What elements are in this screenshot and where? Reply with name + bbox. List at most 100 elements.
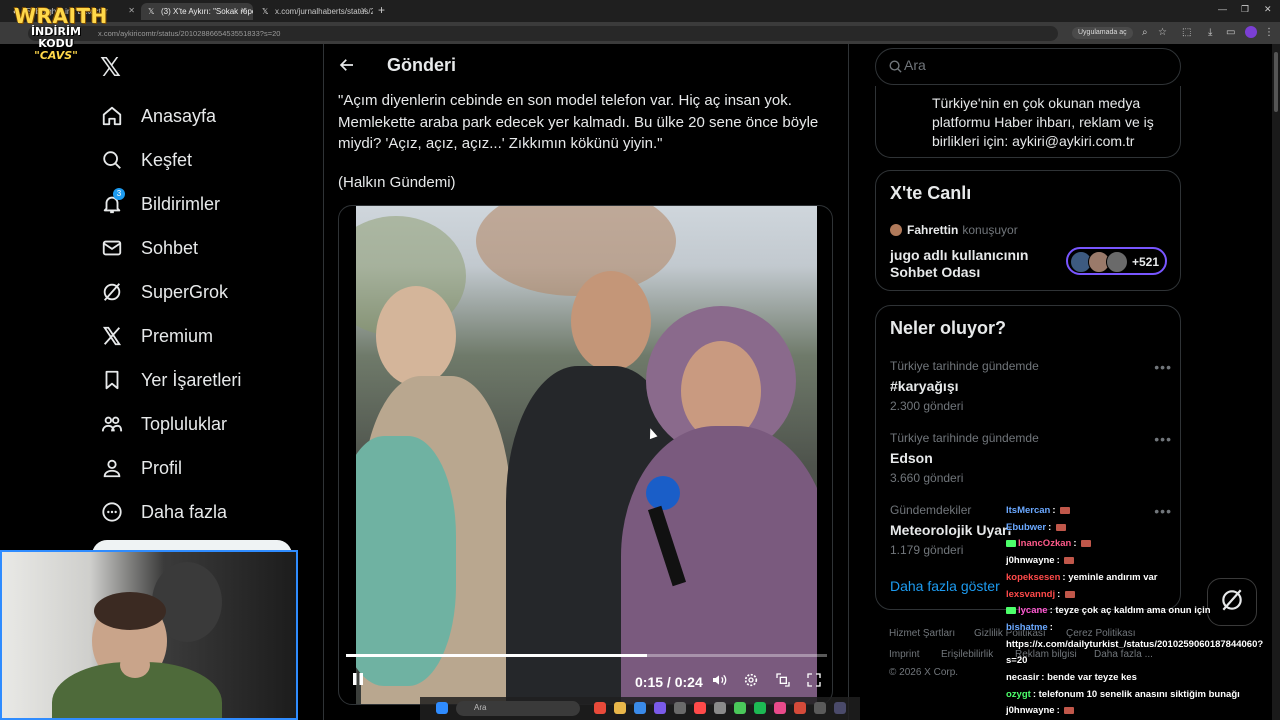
video-time-separator: / bbox=[666, 674, 675, 690]
footer-link[interactable]: Imprint bbox=[889, 649, 920, 660]
home-icon bbox=[100, 104, 124, 128]
nav-item-chat[interactable]: Sohbet bbox=[100, 233, 198, 263]
whatsapp-icon[interactable] bbox=[734, 702, 746, 714]
space-title[interactable]: jugo adlı kullanıcının Sohbet Odası bbox=[890, 247, 1060, 281]
download-icon[interactable]: ⤓ bbox=[1208, 27, 1212, 39]
settings-gear-icon[interactable] bbox=[743, 672, 759, 691]
maximize-icon[interactable]: ❐ bbox=[1241, 4, 1249, 15]
search-input[interactable] bbox=[904, 57, 1164, 73]
picture-in-picture-icon[interactable] bbox=[775, 672, 791, 691]
post-text: "Açım diyenlerin cebinde en son model te… bbox=[338, 92, 819, 152]
chat-message: bishatme: bbox=[1006, 621, 1053, 633]
video-microphone bbox=[646, 476, 680, 510]
nav-item-communities[interactable]: Topluluklar bbox=[100, 409, 227, 439]
url-field[interactable]: x.com/aykiricomtr/status/201028866545355… bbox=[28, 26, 1058, 41]
tab-close-icon[interactable]: ✕ bbox=[128, 6, 135, 15]
app-icon[interactable] bbox=[774, 702, 786, 714]
extensions-icon[interactable]: ⬚ bbox=[1182, 27, 1191, 39]
windows-start-icon[interactable] bbox=[436, 702, 448, 714]
open-in-app-button[interactable]: Uygulamada aç bbox=[1072, 27, 1133, 39]
nav-label: Profil bbox=[141, 457, 183, 478]
tab-title: (3) X'te Aykırı: "Sokak röpo bbox=[161, 7, 253, 16]
app-icon[interactable] bbox=[834, 702, 846, 714]
minimize-icon[interactable]: — bbox=[1218, 4, 1227, 14]
close-window-icon[interactable]: ✕ bbox=[1264, 4, 1272, 15]
address-bar-row: x.com/aykiricomtr/status/201028866545355… bbox=[0, 22, 1280, 44]
listener-count: +521 bbox=[1132, 255, 1160, 269]
video-player[interactable]: 0:15 / 0:24 bbox=[338, 205, 833, 705]
app-icon[interactable] bbox=[714, 702, 726, 714]
zoom-icon[interactable]: ⌕ bbox=[1142, 27, 1148, 39]
chat-username: lycane bbox=[1018, 605, 1048, 617]
bookmark-star-icon[interactable]: ☆ bbox=[1158, 27, 1167, 39]
nav-item-profile[interactable]: Profil bbox=[100, 453, 182, 483]
chat-username: kopeksesen bbox=[1006, 571, 1061, 583]
browser-tab-active[interactable]: 𝕏 (3) X'te Aykırı: "Sokak röpo ✕ bbox=[141, 3, 253, 20]
menu-kebab-icon[interactable]: ⋮ bbox=[1264, 27, 1274, 39]
edge-icon[interactable] bbox=[634, 702, 646, 714]
nav-item-notifications[interactable]: 3 Bildirimler bbox=[100, 188, 221, 219]
trend-item[interactable]: Türkiye tarihinde gündemde Edson 3.660 g… bbox=[890, 431, 1172, 485]
chat-username: lexsvanndj bbox=[1006, 588, 1056, 600]
trend-count: 2.300 gönderi bbox=[890, 399, 964, 413]
discord-icon[interactable] bbox=[654, 702, 666, 714]
live-card-title: X'te Canlı bbox=[890, 183, 972, 203]
chat-message: j0hnwayne: bbox=[1006, 703, 1276, 720]
back-arrow-icon[interactable] bbox=[338, 56, 356, 79]
browser-profile-avatar[interactable] bbox=[1245, 26, 1257, 38]
video-frame[interactable] bbox=[356, 206, 817, 704]
app-icon[interactable] bbox=[674, 702, 686, 714]
communities-icon bbox=[100, 412, 124, 436]
folder-icon[interactable] bbox=[614, 702, 626, 714]
video-person-head bbox=[571, 271, 651, 371]
browser-tab[interactable]: 𝕏 x.com/jurnalhaberts/status/20 ✕ bbox=[255, 3, 373, 20]
nav-item-more[interactable]: Daha fazla bbox=[100, 497, 227, 527]
chat-username: InancOzkan bbox=[1018, 538, 1072, 550]
profile-icon bbox=[100, 456, 124, 480]
x-logo-icon[interactable]: 𝕏 bbox=[100, 55, 121, 81]
pause-icon[interactable] bbox=[351, 672, 365, 689]
volume-icon[interactable] bbox=[711, 672, 727, 691]
footer-link[interactable]: Hizmet Şartları bbox=[889, 628, 955, 639]
tab-close-icon[interactable]: ✕ bbox=[360, 6, 367, 15]
nav-item-bookmarks[interactable]: Yer İşaretleri bbox=[100, 365, 241, 395]
nav-item-explore[interactable]: Keşfet bbox=[100, 145, 192, 175]
trend-item[interactable]: Türkiye tarihinde gündemde #karyağışı 2.… bbox=[890, 359, 1172, 413]
more-dots-icon[interactable]: ••• bbox=[1154, 359, 1172, 375]
chat-username: bishatme bbox=[1006, 621, 1048, 633]
tab-favicon-icon: 𝕏 bbox=[148, 7, 155, 16]
taskbar-search[interactable]: Ara bbox=[456, 701, 580, 716]
scrollbar-thumb[interactable] bbox=[1274, 52, 1278, 112]
nav-label: Sohbet bbox=[141, 237, 199, 258]
nav-item-home[interactable]: Anasayfa bbox=[100, 101, 216, 131]
show-more-link[interactable]: Daha fazla göster bbox=[890, 578, 1000, 594]
sponsor-logo-subtitle: İNDİRİM KODU bbox=[30, 25, 82, 50]
nav-item-premium[interactable]: Premium bbox=[100, 321, 213, 351]
more-dots-icon[interactable]: ••• bbox=[1154, 431, 1172, 447]
chrome-icon[interactable] bbox=[594, 702, 606, 714]
sponsor-logo-code: "CAVS" bbox=[34, 49, 78, 62]
nav-label: Anasayfa bbox=[141, 105, 217, 126]
bell-icon: 3 bbox=[100, 188, 125, 216]
footer-link[interactable]: Erişilebilirlik bbox=[941, 649, 993, 660]
sidepanel-icon[interactable]: ▭ bbox=[1226, 27, 1235, 39]
sponsor-logo-title: WRAITH bbox=[14, 4, 108, 28]
nav-label: Bildirimler bbox=[141, 193, 221, 214]
app-icon[interactable] bbox=[694, 702, 706, 714]
new-tab-icon[interactable]: + bbox=[378, 3, 385, 17]
page-title: Gönderi bbox=[387, 55, 457, 75]
live-spaces-card[interactable]: X'te Canlı Fahrettin konuşuyor jugo adlı… bbox=[875, 170, 1181, 291]
listeners-pill[interactable]: +521 bbox=[1066, 247, 1167, 275]
spotify-icon[interactable] bbox=[754, 702, 766, 714]
chat-message: ozygt: telefonum 10 senelik anasını sikt… bbox=[1006, 688, 1240, 700]
host-name: Fahrettin bbox=[907, 223, 959, 237]
video-progress-bar[interactable] bbox=[346, 654, 827, 657]
nav-item-supergrok[interactable]: SuperGrok bbox=[100, 277, 228, 307]
chat-text: https://x.com/dailyturkist_/status/20102… bbox=[1006, 638, 1264, 650]
tab-close-icon[interactable]: ✕ bbox=[240, 6, 247, 15]
app-icon[interactable] bbox=[814, 702, 826, 714]
fullscreen-icon[interactable] bbox=[806, 672, 822, 691]
app-icon[interactable] bbox=[794, 702, 806, 714]
video-tree-foliage bbox=[476, 206, 676, 296]
search-box[interactable] bbox=[875, 48, 1181, 85]
